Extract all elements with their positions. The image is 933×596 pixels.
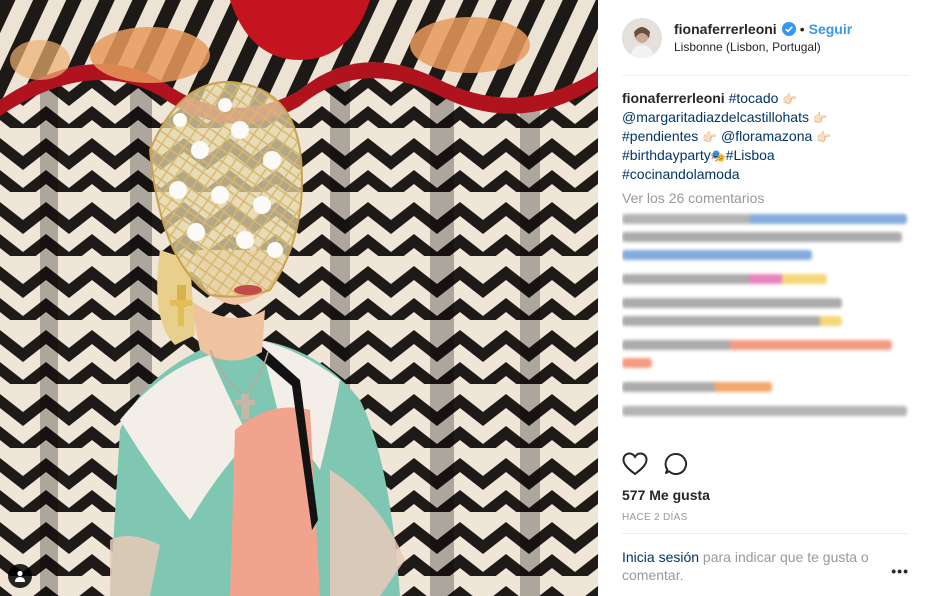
blurred-comment bbox=[622, 340, 892, 350]
caption-emoji: 👉🏻 bbox=[782, 92, 798, 106]
post-header: fionaferrerleoni • Seguir Lisbonne (Lisb… bbox=[622, 0, 909, 76]
caption-username[interactable]: fionaferrerleoni bbox=[622, 90, 725, 106]
blurred-comment bbox=[622, 298, 842, 308]
caption-hashtag[interactable]: #cocinandolamoda bbox=[622, 166, 740, 182]
post-caption: fionaferrerleoni #tocado 👉🏻 @margaritadi… bbox=[622, 89, 913, 183]
blurred-comment bbox=[622, 358, 652, 368]
caption-mention[interactable]: @margaritadiazdelcastillohats bbox=[622, 109, 809, 125]
blurred-comment bbox=[622, 214, 907, 224]
comment-icon[interactable] bbox=[664, 452, 688, 476]
follow-button[interactable]: Seguir bbox=[809, 21, 853, 37]
caption-hashtag[interactable]: #tocado bbox=[729, 90, 779, 106]
caption-hashtag[interactable]: #Lisboa bbox=[726, 147, 775, 163]
caption-emoji: 👉🏻 bbox=[702, 130, 718, 144]
more-options-button[interactable]: ••• bbox=[891, 563, 909, 579]
blurred-comment bbox=[622, 232, 902, 242]
post-timestamp[interactable]: HACE 2 DÍAS bbox=[622, 512, 688, 523]
separator-dot: • bbox=[799, 21, 805, 37]
blurred-comments bbox=[622, 214, 913, 416]
caption-emoji: 👉🏻 bbox=[812, 111, 828, 125]
blurred-comment bbox=[622, 316, 842, 326]
avatar-image bbox=[622, 17, 662, 58]
post-location[interactable]: Lisbonne (Lisbon, Portugal) bbox=[674, 40, 852, 54]
view-all-comments-link[interactable]: Ver los 26 comentarios bbox=[622, 190, 913, 206]
blurred-comment bbox=[622, 274, 827, 284]
login-link[interactable]: Inicia sesión bbox=[622, 549, 699, 565]
post-photo[interactable] bbox=[0, 0, 598, 596]
user-tag-icon bbox=[15, 570, 25, 582]
caption-hashtag[interactable]: #birthdayparty bbox=[622, 147, 711, 163]
likes-count[interactable]: 577 Me gusta bbox=[622, 487, 710, 503]
caption-mention[interactable]: @floramazona bbox=[721, 128, 812, 144]
verified-badge-icon bbox=[781, 22, 796, 36]
post-author-username[interactable]: fionaferrerleoni bbox=[674, 21, 777, 37]
caption-emoji: 🎭 bbox=[710, 149, 726, 163]
blurred-comment bbox=[622, 406, 907, 416]
post-image bbox=[0, 0, 598, 596]
blurred-comment bbox=[622, 382, 772, 392]
caption-hashtag[interactable]: #pendientes bbox=[622, 128, 698, 144]
post-side-panel: fionaferrerleoni • Seguir Lisbonne (Lisb… bbox=[598, 0, 933, 596]
post-actions bbox=[622, 452, 688, 476]
avatar[interactable] bbox=[622, 17, 662, 58]
comments-section: fionaferrerleoni #tocado 👉🏻 @margaritadi… bbox=[622, 76, 913, 452]
caption-emoji: 👉🏻 bbox=[816, 130, 832, 144]
user-tag-button[interactable] bbox=[8, 564, 32, 588]
login-prompt: Inicia sesión para indicar que te gusta … bbox=[622, 533, 909, 584]
blurred-comment bbox=[622, 250, 812, 260]
heart-icon[interactable] bbox=[622, 452, 648, 476]
